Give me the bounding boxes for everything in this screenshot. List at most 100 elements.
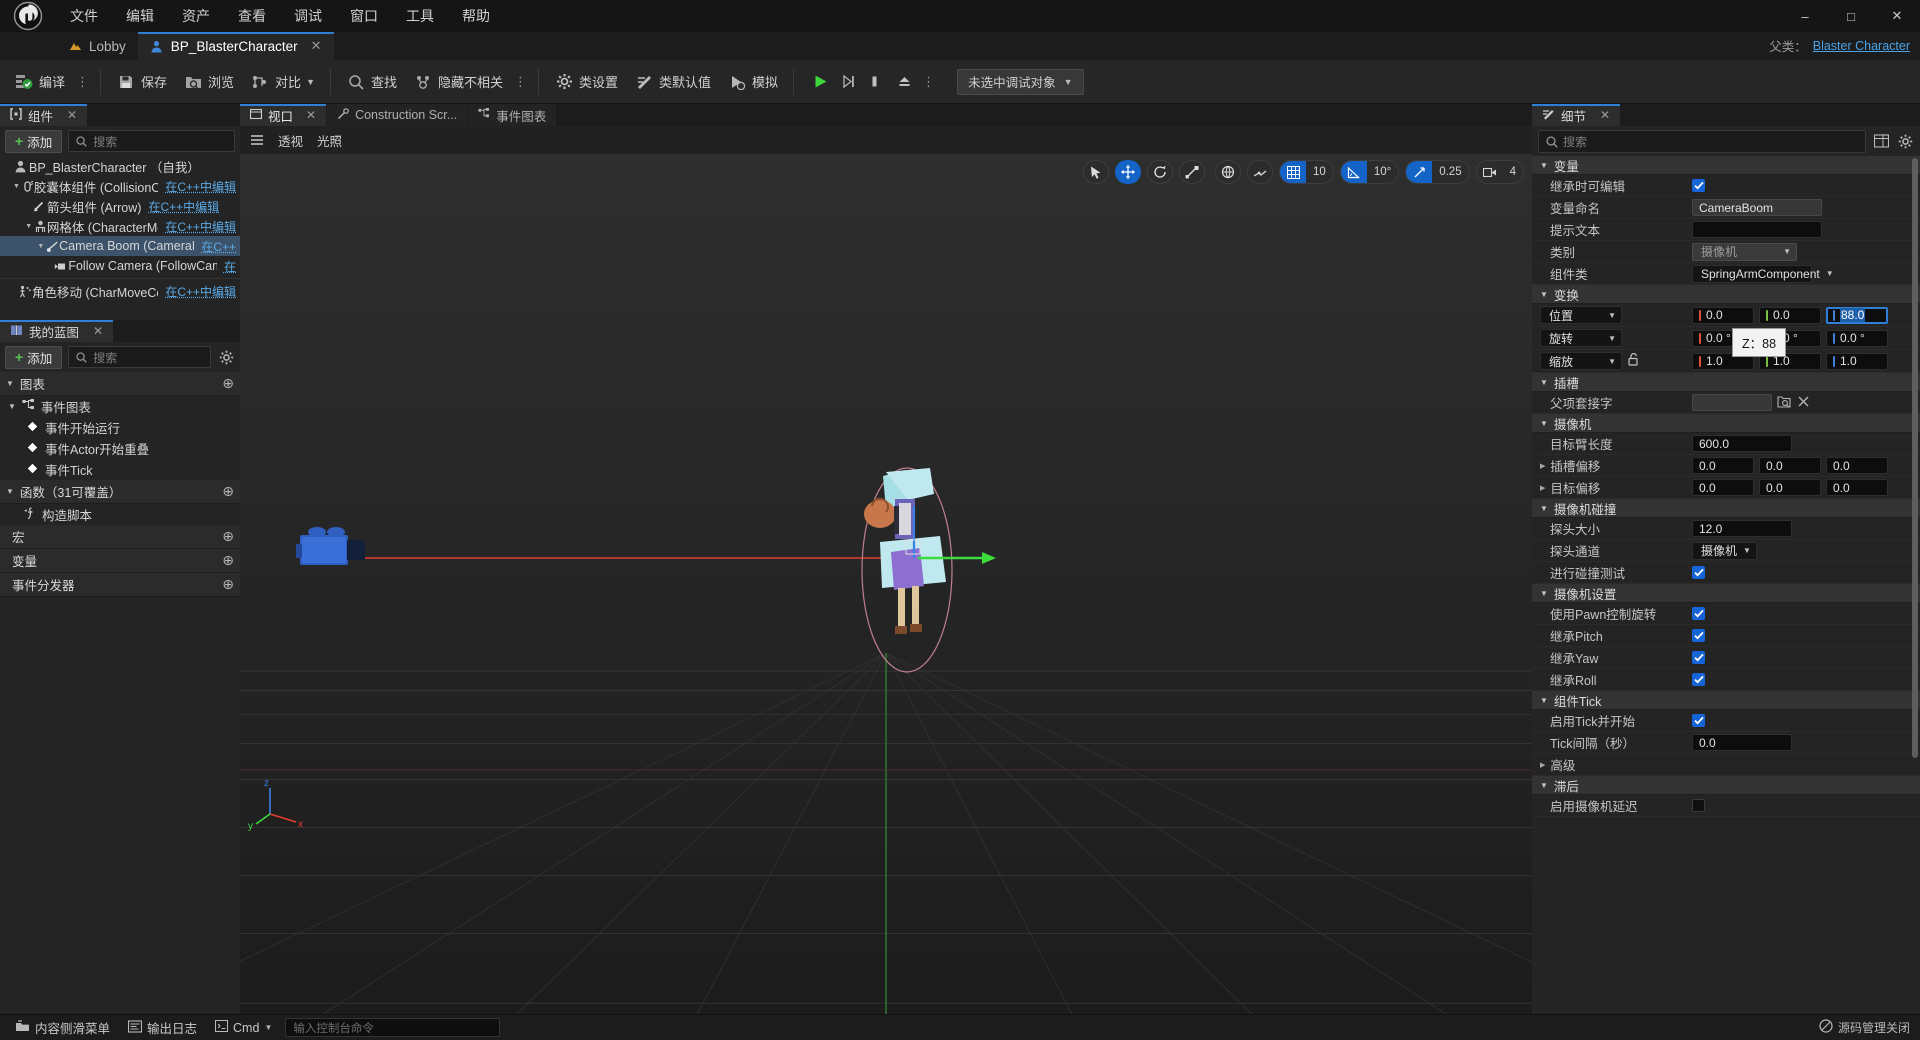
menu-file[interactable]: 文件 — [56, 2, 112, 30]
chevron-down-icon[interactable]: ▼ — [1540, 696, 1548, 705]
tab-lobby[interactable]: Lobby — [56, 32, 138, 60]
category-lag[interactable]: ▼ 滞后 — [1532, 776, 1920, 795]
find-button[interactable]: 查找 — [338, 64, 405, 100]
menu-debug[interactable]: 调试 — [280, 2, 336, 30]
scale-gizmo-icon[interactable] — [1179, 160, 1206, 184]
chevron-down-icon[interactable]: ▼ — [1540, 290, 1548, 299]
components-close-icon[interactable]: ✕ — [67, 108, 77, 122]
inherit-yaw-checkbox[interactable] — [1692, 651, 1705, 664]
angle-snap-icon[interactable] — [1340, 161, 1367, 183]
eject-button[interactable] — [891, 67, 917, 97]
details-search-input[interactable]: 搜索 — [1538, 129, 1866, 153]
cpp-edit-link[interactable]: 在C++中编辑 — [165, 283, 236, 300]
viewport-close-icon[interactable]: ✕ — [306, 108, 316, 122]
unreal-logo-icon[interactable] — [0, 0, 56, 32]
grid-snap-icon[interactable] — [1280, 161, 1307, 183]
add-graph-icon[interactable]: ⊕ — [222, 375, 234, 392]
add-macro-icon[interactable]: ⊕ — [222, 528, 234, 545]
columns-icon[interactable] — [1872, 132, 1890, 150]
minimize-button[interactable]: – — [1782, 0, 1828, 32]
menu-view[interactable]: 查看 — [224, 2, 280, 30]
scale-snap-control[interactable]: 0.25 — [1405, 160, 1470, 184]
chevron-down-icon[interactable]: ▼ — [1540, 589, 1548, 598]
add-variable-icon[interactable]: ⊕ — [222, 552, 234, 569]
maximize-button[interactable]: □ — [1828, 0, 1874, 32]
item-event-beginplay[interactable]: 事件开始运行 — [0, 417, 240, 438]
category-camera[interactable]: ▼ 摄像机 — [1532, 414, 1920, 433]
cpp-edit-link[interactable]: 在C++ — [201, 238, 236, 255]
chevron-down-icon[interactable]: ▼ — [1540, 161, 1548, 170]
location-y-input[interactable]: 0.0 — [1759, 306, 1821, 324]
tab-viewport[interactable]: 视口 ✕ — [240, 104, 328, 126]
section-variables[interactable]: 变量 ⊕ — [0, 549, 240, 573]
variable-name-input[interactable]: CameraBoom — [1692, 199, 1822, 216]
use-pawn-control-rotation-checkbox[interactable] — [1692, 607, 1705, 620]
details-content[interactable]: ▼ 变量 继承时可编辑 变量命名 CameraBoom 提示文本 类别 摄像机 … — [1532, 156, 1920, 1014]
tab-details[interactable]: 细节 ✕ — [1532, 104, 1621, 126]
location-mode-dropdown[interactable]: 位置 ▼ — [1540, 306, 1622, 324]
details-scroll-thumb[interactable] — [1912, 158, 1918, 758]
clear-x-icon[interactable] — [1797, 395, 1810, 411]
tree-row-mesh[interactable]: ▼ 网格体 (CharacterMesh0) 在C++中编辑 — [0, 216, 240, 236]
twisty[interactable]: ▼ — [36, 243, 46, 250]
target-offset-x-input[interactable]: 0.0 — [1692, 479, 1754, 496]
item-construction-script[interactable]: 构造脚本 — [0, 504, 240, 525]
chevron-right-icon[interactable]: ▶ — [1540, 484, 1545, 492]
category-socket[interactable]: ▼ 插槽 — [1532, 373, 1920, 392]
details-scrollbar[interactable] — [1911, 156, 1919, 1014]
tab-components[interactable]: 组件 ✕ — [0, 104, 88, 126]
chevron-down-icon[interactable]: ▼ — [8, 402, 16, 411]
category-transform[interactable]: ▼ 变换 — [1532, 285, 1920, 304]
socket-offset-x-input[interactable]: 0.0 — [1692, 457, 1754, 474]
move-gizmo-icon[interactable] — [1115, 160, 1142, 184]
menu-assets[interactable]: 资产 — [168, 2, 224, 30]
enable-camera-lag-checkbox[interactable] — [1692, 799, 1705, 812]
camera-speed-value[interactable]: 4 — [1503, 161, 1523, 183]
add-component-button[interactable]: + 添加 — [5, 129, 63, 153]
scale-z-input[interactable]: 1.0 — [1826, 352, 1888, 370]
chevron-down-icon[interactable]: ▼ — [1540, 419, 1548, 428]
revision-control-button[interactable]: 源码管理关闭 — [1819, 1019, 1910, 1036]
tree-row-root[interactable]: BP_BlasterCharacter （自我） — [0, 156, 240, 176]
target-arm-length-input[interactable]: 600.0 — [1692, 435, 1792, 452]
section-event-dispatchers[interactable]: 事件分发器 ⊕ — [0, 573, 240, 597]
twisty[interactable]: ▼ — [12, 183, 21, 190]
menu-help[interactable]: 帮助 — [448, 2, 504, 30]
do-collision-test-checkbox[interactable] — [1692, 566, 1705, 579]
gear-icon[interactable] — [1896, 132, 1914, 150]
section-graphs[interactable]: ▼ 图表 ⊕ — [0, 372, 240, 396]
category-variable[interactable]: ▼ 变量 — [1532, 156, 1920, 175]
globe-icon[interactable] — [1215, 160, 1242, 184]
editable-checkbox[interactable] — [1692, 179, 1705, 192]
tick-interval-input[interactable]: 0.0 — [1692, 734, 1792, 751]
scale-mode-dropdown[interactable]: 缩放 ▼ — [1540, 352, 1622, 370]
row-advanced[interactable]: ▶ 高级 — [1532, 754, 1920, 776]
camera-speed-control[interactable]: 4 — [1475, 160, 1524, 184]
chevron-down-icon[interactable]: ▼ — [1540, 781, 1548, 790]
tooltip-text-input[interactable] — [1692, 221, 1822, 238]
output-log-button[interactable]: 输出日志 — [119, 1017, 206, 1039]
cpp-edit-link[interactable]: 在C++中编辑 — [148, 198, 219, 215]
details-close-icon[interactable]: ✕ — [1600, 108, 1610, 122]
tree-row-arrow[interactable]: 箭头组件 (Arrow) 在C++中编辑 — [0, 196, 240, 216]
unlock-icon[interactable] — [1628, 353, 1639, 369]
content-drawer-button[interactable]: 内容侧滑菜单 — [6, 1017, 119, 1039]
save-button[interactable]: 保存 — [108, 64, 175, 100]
location-x-input[interactable]: 0.0 — [1692, 306, 1754, 324]
step-button[interactable] — [835, 67, 861, 97]
compile-options-icon[interactable]: ⋮ — [73, 74, 93, 90]
item-event-actorbeginoverlap[interactable]: 事件Actor开始重叠 — [0, 438, 240, 459]
target-offset-y-input[interactable]: 0.0 — [1759, 479, 1821, 496]
chevron-down-icon[interactable]: ▼ — [1540, 504, 1548, 513]
play-button[interactable] — [807, 67, 833, 97]
location-z-input[interactable]: 88.0 — [1826, 306, 1888, 324]
tab-my-blueprint[interactable]: 我的蓝图 ✕ — [0, 320, 114, 342]
console-command-input[interactable]: 输入控制台命令 — [285, 1018, 501, 1037]
camera-speed-icon[interactable] — [1477, 161, 1503, 183]
tree-row-charmove[interactable]: 角色移动 (CharMoveComp) 在C++中编辑 — [0, 281, 240, 301]
simulate-button[interactable]: 模拟 — [719, 64, 786, 100]
tab-construction-script[interactable]: Construction Scr... — [327, 104, 469, 126]
tree-row-follow-camera[interactable]: Follow Camera (FollowCamera) 在 — [0, 256, 240, 276]
cursor-icon[interactable] — [1083, 160, 1110, 184]
category-component-tick[interactable]: ▼ 组件Tick — [1532, 691, 1920, 710]
